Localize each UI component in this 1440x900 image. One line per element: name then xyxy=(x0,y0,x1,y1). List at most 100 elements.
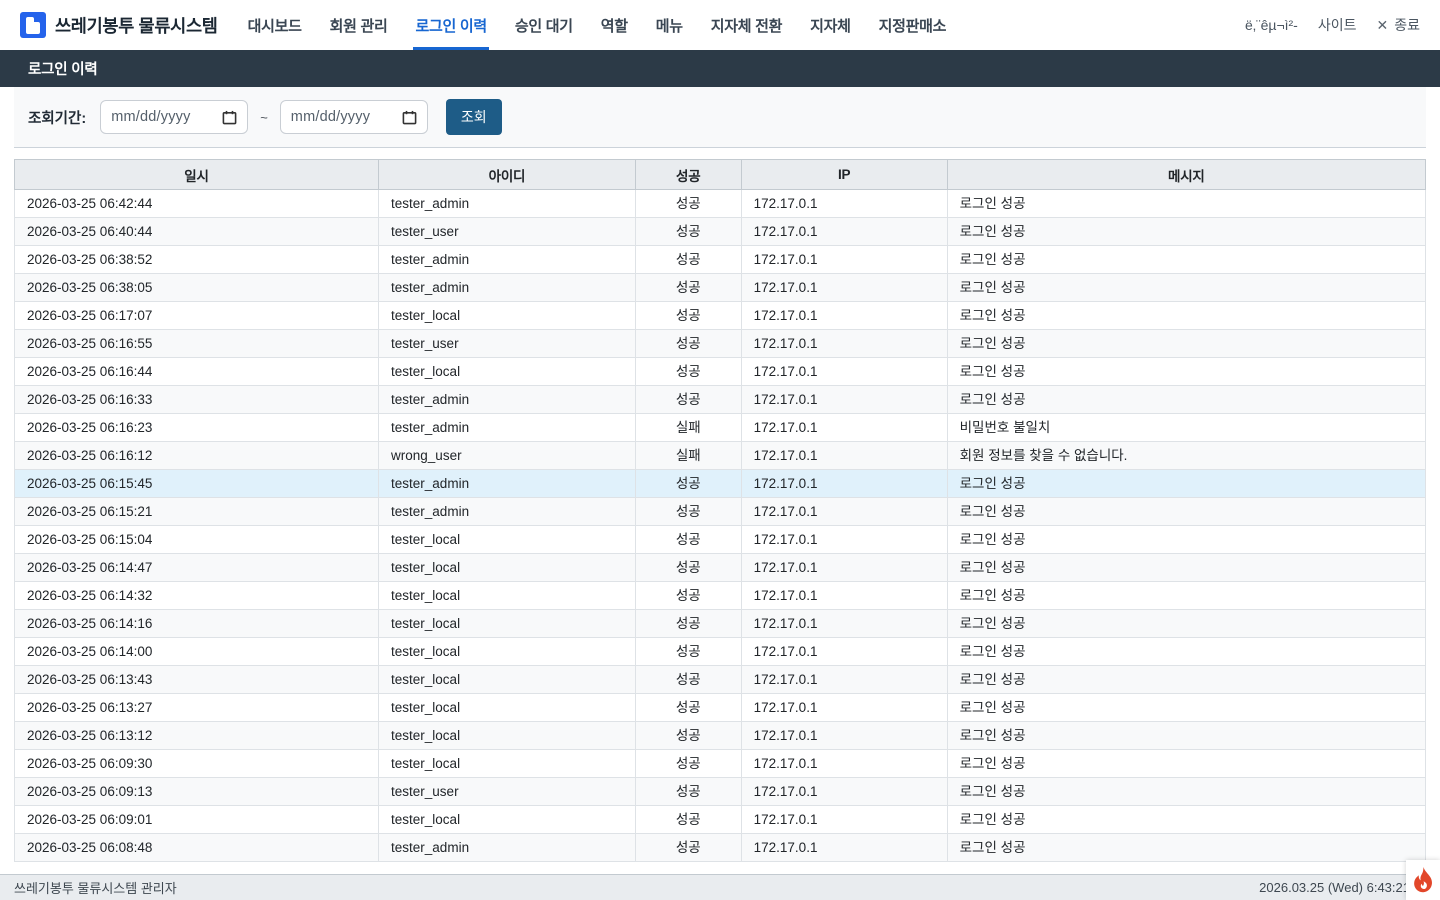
cell-ip: 172.17.0.1 xyxy=(741,722,947,750)
cell-message: 로그인 성공 xyxy=(947,246,1425,274)
table-row[interactable]: 2026-03-25 06:08:48tester_admin성공172.17.… xyxy=(15,834,1426,862)
cell-ip: 172.17.0.1 xyxy=(741,554,947,582)
col-header-userid: 아이디 xyxy=(379,160,636,190)
cell-userid: tester_local xyxy=(379,750,636,778)
date-to-input[interactable]: mm/dd/yyyy xyxy=(280,100,428,134)
cell-status: 성공 xyxy=(635,190,741,218)
cell-ip: 172.17.0.1 xyxy=(741,806,947,834)
cell-datetime: 2026-03-25 06:42:44 xyxy=(15,190,379,218)
table-row[interactable]: 2026-03-25 06:16:44tester_local성공172.17.… xyxy=(15,358,1426,386)
nav-item[interactable]: 지정판매소 xyxy=(865,0,961,50)
cell-status: 성공 xyxy=(635,834,741,862)
table-row[interactable]: 2026-03-25 06:16:55tester_user성공172.17.0… xyxy=(15,330,1426,358)
table-row[interactable]: 2026-03-25 06:16:12wrong_user실패172.17.0.… xyxy=(15,442,1426,470)
nav-item[interactable]: 로그인 이력 xyxy=(401,0,500,50)
nav-item[interactable]: 대시보드 xyxy=(234,0,316,50)
debug-toolbar-button[interactable] xyxy=(1406,860,1440,900)
cell-status: 성공 xyxy=(635,750,741,778)
table-row[interactable]: 2026-03-25 06:09:30tester_local성공172.17.… xyxy=(15,750,1426,778)
cell-status: 실패 xyxy=(635,442,741,470)
table-row[interactable]: 2026-03-25 06:16:23tester_admin실패172.17.… xyxy=(15,414,1426,442)
logout-link[interactable]: ✕종료 xyxy=(1377,15,1421,35)
cell-status: 성공 xyxy=(635,666,741,694)
nav-item[interactable]: 역할 xyxy=(587,0,642,50)
cell-userid: tester_local xyxy=(379,722,636,750)
search-button[interactable]: 조회 xyxy=(446,99,502,135)
cell-datetime: 2026-03-25 06:14:47 xyxy=(15,554,379,582)
cell-message: 로그인 성공 xyxy=(947,806,1425,834)
login-history-table: 일시 아이디 성공 IP 메시지 2026-03-25 06:42:44test… xyxy=(14,159,1426,862)
cell-message: 회원 정보를 찾을 수 없습니다. xyxy=(947,442,1425,470)
cell-message: 로그인 성공 xyxy=(947,750,1425,778)
cell-datetime: 2026-03-25 06:15:45 xyxy=(15,470,379,498)
cell-message: 로그인 성공 xyxy=(947,498,1425,526)
cell-ip: 172.17.0.1 xyxy=(741,582,947,610)
brand[interactable]: 쓰레기봉투 물류시스템 xyxy=(20,12,218,38)
nav-item[interactable]: 지자체 전환 xyxy=(697,0,796,50)
table-row[interactable]: 2026-03-25 06:38:52tester_admin성공172.17.… xyxy=(15,246,1426,274)
table-row[interactable]: 2026-03-25 06:38:05tester_admin성공172.17.… xyxy=(15,274,1426,302)
site-link[interactable]: 사이트 xyxy=(1318,15,1357,35)
table-row[interactable]: 2026-03-25 06:14:47tester_local성공172.17.… xyxy=(15,554,1426,582)
cell-datetime: 2026-03-25 06:38:52 xyxy=(15,246,379,274)
filter-label: 조회기간: xyxy=(28,107,86,128)
table-row[interactable]: 2026-03-25 06:13:43tester_local성공172.17.… xyxy=(15,666,1426,694)
cell-status: 실패 xyxy=(635,414,741,442)
date-from-input[interactable]: mm/dd/yyyy xyxy=(100,100,248,134)
cell-message: 로그인 성공 xyxy=(947,722,1425,750)
cell-message: 로그인 성공 xyxy=(947,610,1425,638)
date-from-placeholder: mm/dd/yyyy xyxy=(111,109,190,125)
cell-message: 로그인 성공 xyxy=(947,666,1425,694)
cell-status: 성공 xyxy=(635,470,741,498)
cell-userid: tester_admin xyxy=(379,386,636,414)
table-row[interactable]: 2026-03-25 06:14:00tester_local성공172.17.… xyxy=(15,638,1426,666)
table-row[interactable]: 2026-03-25 06:15:45tester_admin성공172.17.… xyxy=(15,470,1426,498)
page-title: 로그인 이력 xyxy=(28,58,98,79)
table-row[interactable]: 2026-03-25 06:14:32tester_local성공172.17.… xyxy=(15,582,1426,610)
cell-message: 로그인 성공 xyxy=(947,218,1425,246)
cell-message: 로그인 성공 xyxy=(947,470,1425,498)
cell-ip: 172.17.0.1 xyxy=(741,526,947,554)
cell-datetime: 2026-03-25 06:16:23 xyxy=(15,414,379,442)
nav-item[interactable]: 승인 대기 xyxy=(501,0,587,50)
cell-ip: 172.17.0.1 xyxy=(741,330,947,358)
topnav-right: ë‚¨êµ¬ì²- 사이트 ✕종료 xyxy=(1245,15,1420,35)
cell-ip: 172.17.0.1 xyxy=(741,442,947,470)
table-row[interactable]: 2026-03-25 06:40:44tester_user성공172.17.0… xyxy=(15,218,1426,246)
cell-message: 비밀번호 불일치 xyxy=(947,414,1425,442)
table-row[interactable]: 2026-03-25 06:13:12tester_local성공172.17.… xyxy=(15,722,1426,750)
table-row[interactable]: 2026-03-25 06:09:13tester_user성공172.17.0… xyxy=(15,778,1426,806)
table-row[interactable]: 2026-03-25 06:16:33tester_admin성공172.17.… xyxy=(15,386,1426,414)
user-name-link[interactable]: ë‚¨êµ¬ì²- xyxy=(1245,17,1298,33)
cell-ip: 172.17.0.1 xyxy=(741,778,947,806)
cell-status: 성공 xyxy=(635,358,741,386)
table-row[interactable]: 2026-03-25 06:14:16tester_local성공172.17.… xyxy=(15,610,1426,638)
table-row[interactable]: 2026-03-25 06:09:01tester_local성공172.17.… xyxy=(15,806,1426,834)
cell-userid: wrong_user xyxy=(379,442,636,470)
cell-message: 로그인 성공 xyxy=(947,386,1425,414)
calendar-icon[interactable] xyxy=(402,110,417,125)
table-row[interactable]: 2026-03-25 06:17:07tester_local성공172.17.… xyxy=(15,302,1426,330)
cell-message: 로그인 성공 xyxy=(947,834,1425,862)
nav-item[interactable]: 메뉴 xyxy=(642,0,697,50)
table-row[interactable]: 2026-03-25 06:15:04tester_local성공172.17.… xyxy=(15,526,1426,554)
table-row[interactable]: 2026-03-25 06:15:21tester_admin성공172.17.… xyxy=(15,498,1426,526)
nav-item[interactable]: 회원 관리 xyxy=(316,0,402,50)
table-row[interactable]: 2026-03-25 06:13:27tester_local성공172.17.… xyxy=(15,694,1426,722)
nav-item[interactable]: 지자체 xyxy=(796,0,865,50)
cell-ip: 172.17.0.1 xyxy=(741,750,947,778)
cell-datetime: 2026-03-25 06:15:21 xyxy=(15,498,379,526)
cell-datetime: 2026-03-25 06:16:44 xyxy=(15,358,379,386)
cell-userid: tester_local xyxy=(379,554,636,582)
cell-status: 성공 xyxy=(635,610,741,638)
cell-ip: 172.17.0.1 xyxy=(741,274,947,302)
cell-ip: 172.17.0.1 xyxy=(741,246,947,274)
calendar-icon[interactable] xyxy=(222,110,237,125)
cell-message: 로그인 성공 xyxy=(947,778,1425,806)
cell-userid: tester_user xyxy=(379,330,636,358)
cell-userid: tester_admin xyxy=(379,246,636,274)
table-row[interactable]: 2026-03-25 06:42:44tester_admin성공172.17.… xyxy=(15,190,1426,218)
cell-ip: 172.17.0.1 xyxy=(741,694,947,722)
cell-message: 로그인 성공 xyxy=(947,190,1425,218)
cell-ip: 172.17.0.1 xyxy=(741,218,947,246)
